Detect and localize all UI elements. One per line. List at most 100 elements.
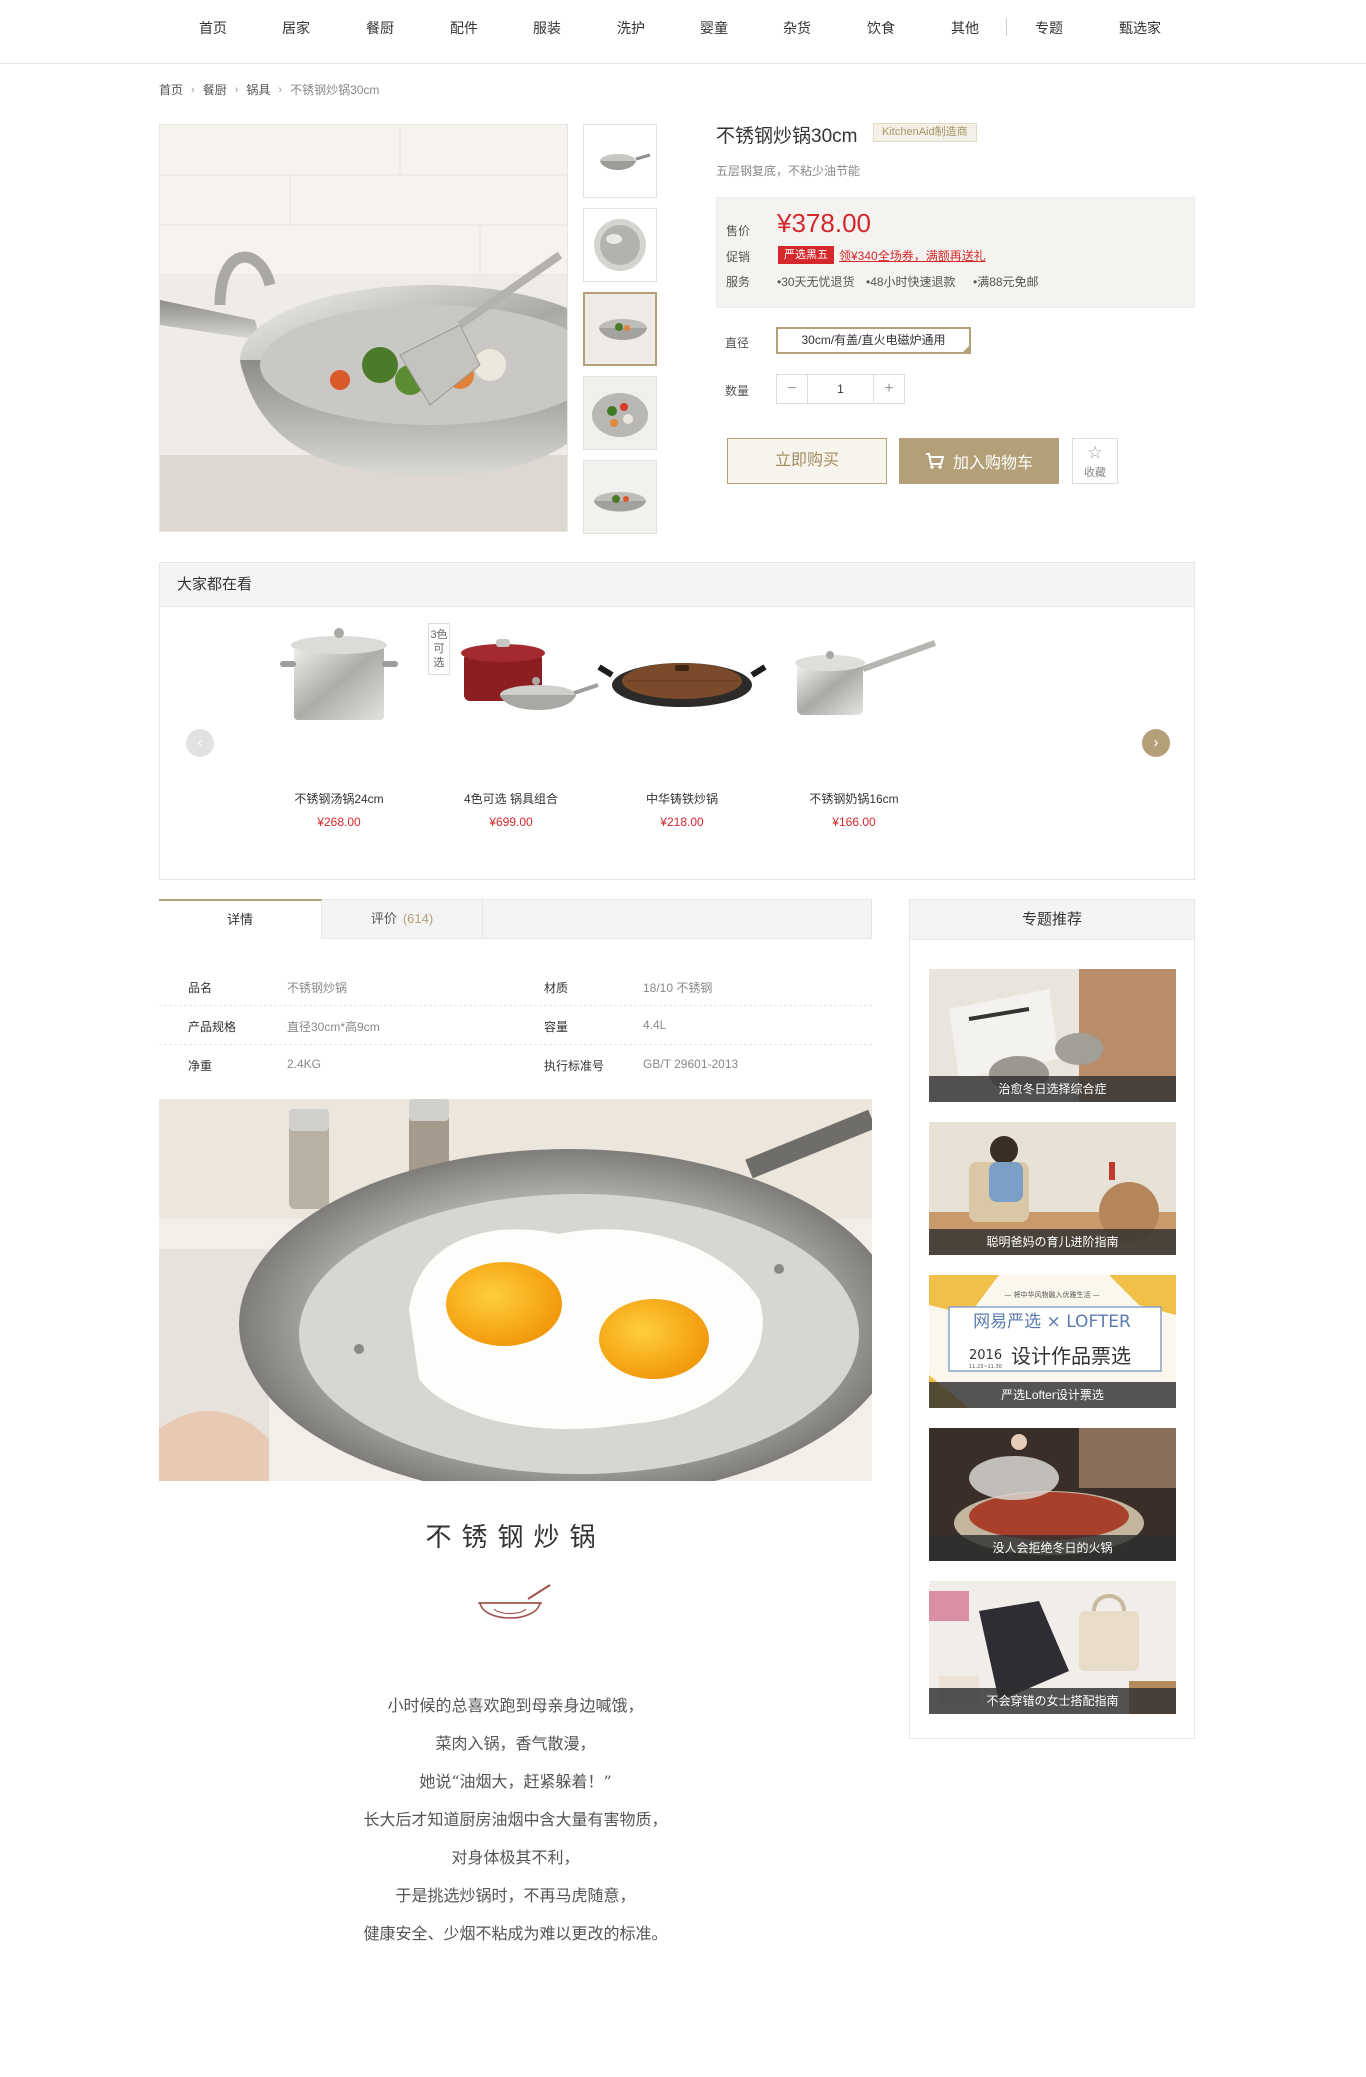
detail-tabs: 详情 评价 (614) xyxy=(159,899,872,939)
chevron-right-icon: › xyxy=(278,83,283,96)
product-title: 不锈钢炒锅30cm xyxy=(716,126,858,147)
recommend-price: ¥699.00 xyxy=(489,815,533,829)
promo-link[interactable]: 领¥340全场券，满额再送礼 xyxy=(839,247,986,264)
recommend-title: 大家都在看 xyxy=(160,563,1194,607)
product-subtitle: 五层钢复底，不粘少油节能 xyxy=(716,164,861,178)
nav-item-home-living[interactable]: 居家 xyxy=(282,18,310,38)
add-to-cart-button[interactable]: 加入购物车 xyxy=(899,438,1059,484)
topic-card[interactable]: 聪明爸妈の育儿进阶指南 xyxy=(929,1122,1176,1255)
buy-now-button[interactable]: 立即购买 xyxy=(727,438,887,484)
topic-card[interactable]: 不会穿错の女士搭配指南 xyxy=(929,1581,1176,1714)
nav-item-care[interactable]: 洗护 xyxy=(617,18,645,38)
service-label: 服务 xyxy=(726,275,751,289)
breadcrumb-current: 不锈钢炒锅30cm xyxy=(290,83,380,97)
breadcrumb-kitchen[interactable]: 餐厨 xyxy=(203,81,227,98)
attr-value: 18/10 不锈钢 xyxy=(643,981,713,995)
topics-sidebar: 专题推荐 治愈冬日选择综合症 聪明爸妈の育儿进阶指南 — 将中华风物融入优雅生活… xyxy=(909,899,1195,1739)
nav-item-selectors[interactable]: 甄选家 xyxy=(1119,18,1161,38)
topic-card[interactable]: 治愈冬日选择综合症 xyxy=(929,969,1176,1102)
product-price: ¥378.00 xyxy=(777,208,871,238)
star-icon: ☆ xyxy=(1087,443,1103,462)
size-label: 直径 xyxy=(725,336,750,350)
recommend-item[interactable]: 不锈钢奶锅16cm ¥166.00 xyxy=(759,603,949,829)
service-item: •满88元免邮 xyxy=(973,275,1039,289)
nav-item-apparel[interactable]: 服装 xyxy=(533,18,561,38)
nav-item-misc[interactable]: 杂货 xyxy=(783,18,811,38)
add-to-cart-label: 加入购物车 xyxy=(952,455,1033,472)
topic-card[interactable]: 没人会拒绝冬日的火锅 xyxy=(929,1428,1176,1561)
recommend-price: ¥218.00 xyxy=(660,815,704,829)
attr-key: 执行标准号 xyxy=(544,1059,605,1073)
tab-detail[interactable]: 详情 xyxy=(159,899,322,939)
cart-icon xyxy=(925,453,945,469)
topic-caption: 治愈冬日选择综合症 xyxy=(929,1076,1176,1102)
banner-brand-text: 网易严选 × LOFTER xyxy=(973,1312,1131,1332)
recommend-item[interactable]: 不锈钢汤锅24cm ¥268.00 xyxy=(244,603,434,829)
product-thumbnail-active[interactable] xyxy=(583,292,657,366)
chevron-right-icon: › xyxy=(234,83,239,96)
product-image xyxy=(587,603,777,753)
recommend-name: 中华铸铁炒锅 xyxy=(645,792,718,806)
nav-item-other[interactable]: 其他 xyxy=(951,18,979,38)
qty-input[interactable]: 1 xyxy=(807,375,874,403)
carousel-prev-button[interactable]: ‹ xyxy=(186,729,214,757)
recommend-item[interactable]: 3色可选 4色可选 锅具组合 ¥699.00 xyxy=(416,603,606,829)
nav-item-baby[interactable]: 婴童 xyxy=(700,18,728,38)
poem-line: 菜肉入锅，香气散漫， xyxy=(435,1734,596,1753)
qty-plus-button[interactable]: + xyxy=(874,375,904,403)
nav-item-food[interactable]: 饮食 xyxy=(867,18,895,38)
quantity-stepper: − 1 + xyxy=(776,374,905,404)
attr-value: 4.4L xyxy=(643,1018,667,1032)
attr-key: 材质 xyxy=(544,981,569,995)
color-option-tag: 3色可选 xyxy=(428,623,450,675)
topics-title: 专题推荐 xyxy=(910,900,1194,940)
service-item: •48小时快速退款 xyxy=(866,275,956,289)
nav-item-accessories[interactable]: 配件 xyxy=(450,18,478,38)
carousel-next-button[interactable]: › xyxy=(1142,729,1170,757)
price-label: 售价 xyxy=(726,224,751,238)
poem-line: 于是挑选炒锅时，不再马虎随意， xyxy=(395,1886,636,1905)
favorite-label: 收藏 xyxy=(1084,467,1106,479)
attr-value: GB/T 29601-2013 xyxy=(643,1057,739,1071)
product-thumbnail[interactable] xyxy=(583,460,657,534)
table-row: 产品规格 直径30cm*高9cm 容量 4.4L xyxy=(159,1006,872,1045)
tab-review-label: 评价 xyxy=(370,911,397,926)
product-thumbnail[interactable] xyxy=(583,124,657,198)
tab-review[interactable]: 评价 (614) xyxy=(322,899,483,939)
size-option[interactable]: 30cm/有盖/直火电磁炉通用 xyxy=(776,327,971,354)
detail-title: 不锈钢炒锅 xyxy=(425,1523,606,1553)
nav-item-topics[interactable]: 专题 xyxy=(1035,18,1063,38)
breadcrumb-cookware[interactable]: 锅具 xyxy=(246,81,270,98)
wok-icon xyxy=(478,1584,551,1619)
recommend-name: 不锈钢奶锅16cm xyxy=(809,792,899,806)
poem-line: 小时候的总喜欢跑到母亲身边喊饿， xyxy=(387,1696,644,1715)
selected-corner-icon xyxy=(961,344,971,354)
recommend-item[interactable]: 中华铸铁炒锅 ¥218.00 xyxy=(587,603,777,829)
attr-key: 容量 xyxy=(544,1020,569,1034)
topic-card[interactable]: — 将中华风物融入优雅生活 — 网易严选 × LOFTER 2016 11.23… xyxy=(929,1275,1176,1408)
favorite-button[interactable]: ☆ 收藏 xyxy=(1072,438,1118,484)
banner-date-text: 11.23~11.30 xyxy=(969,1364,1002,1370)
attr-key: 品名 xyxy=(188,981,213,995)
breadcrumb-home[interactable]: 首页 xyxy=(159,81,183,98)
nav-divider xyxy=(1006,18,1007,36)
table-row: 净重 2.4KG 执行标准号 GB/T 29601-2013 xyxy=(159,1045,872,1084)
price-box: 售价 ¥378.00 促销 严选黑五 领¥340全场券，满额再送礼 服务 •30… xyxy=(716,197,1195,308)
banner-main-text: 设计作品票选 xyxy=(1011,1344,1131,1368)
qty-minus-button[interactable]: − xyxy=(777,375,807,403)
attr-value: 2.4KG xyxy=(287,1057,322,1071)
product-thumbnail[interactable] xyxy=(583,208,657,282)
nav-item-home[interactable]: 首页 xyxy=(199,18,227,38)
recommend-price: ¥268.00 xyxy=(317,815,361,829)
size-option-label: 30cm/有盖/直火电磁炉通用 xyxy=(801,333,946,347)
topic-caption: 严选Lofter设计票选 xyxy=(929,1382,1176,1408)
recommend-name: 4色可选 锅具组合 xyxy=(463,792,558,806)
detail-image xyxy=(159,1099,872,1481)
product-thumbnail[interactable] xyxy=(583,376,657,450)
brand-tag[interactable]: KitchenAid制造商 xyxy=(873,123,977,142)
qty-label: 数量 xyxy=(725,384,750,398)
top-nav: 首页 居家 餐厨 配件 服装 洗护 婴童 杂货 饮食 其他 专题 甄选家 xyxy=(0,0,1366,64)
nav-item-kitchen[interactable]: 餐厨 xyxy=(366,18,394,38)
product-main-image xyxy=(159,124,568,532)
poem-line: 对身体极其不利， xyxy=(451,1848,580,1867)
